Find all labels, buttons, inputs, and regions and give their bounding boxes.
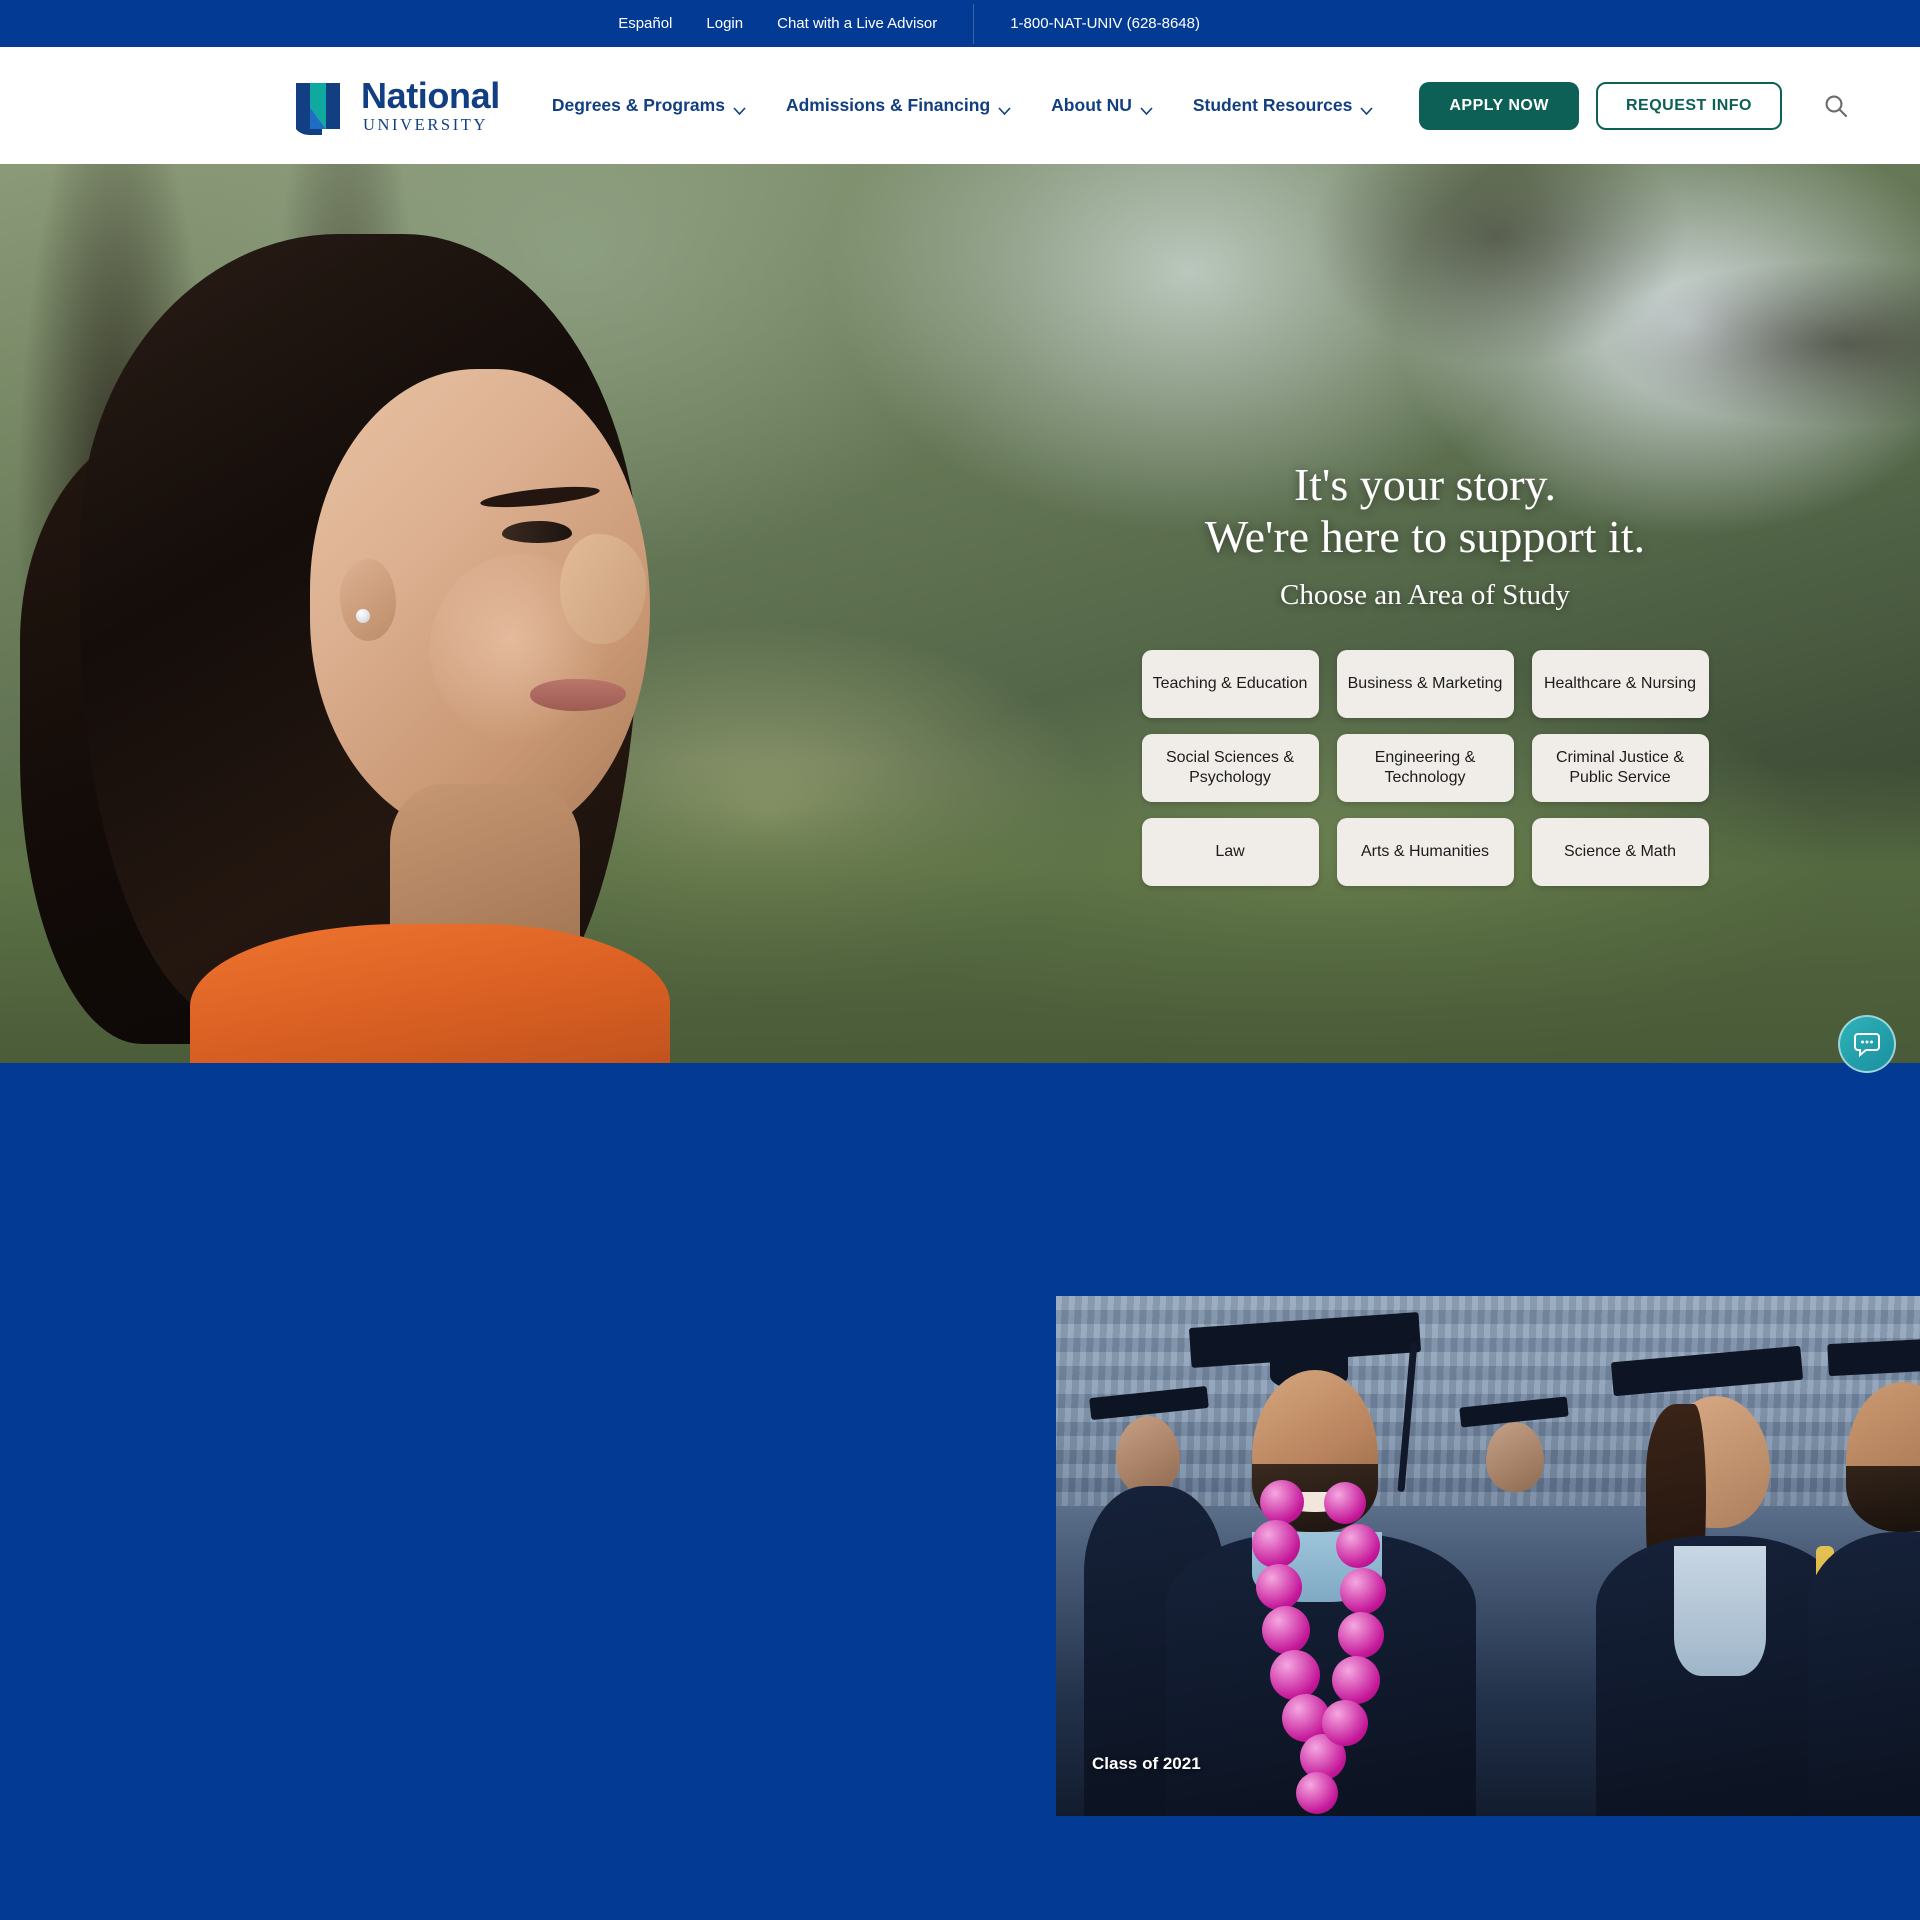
area-card-healthcare-nursing[interactable]: Healthcare & Nursing — [1531, 650, 1709, 719]
flower-lei — [1252, 1472, 1386, 1814]
area-card-label: Healthcare & Nursing — [1543, 674, 1697, 692]
hero-headline: It's your story. We're here to support i… — [1140, 459, 1710, 562]
apply-now-button[interactable]: APPLY NOW — [1419, 81, 1579, 130]
area-card-label: Criminal Justice & Public Service — [1555, 748, 1685, 787]
hero-section: It's your story. We're here to support i… — [0, 164, 1920, 1063]
area-card-teaching-education[interactable]: Teaching & Education — [1141, 650, 1319, 719]
area-card-label: Law — [1215, 842, 1245, 860]
area-card-label: Teaching & Education — [1152, 674, 1308, 692]
chevron-down-icon — [1140, 102, 1153, 115]
logo[interactable]: National UNIVERSITY — [292, 77, 500, 135]
national-university-logo-icon — [292, 77, 348, 135]
utility-divider — [973, 3, 975, 44]
area-card-label: Science & Math — [1563, 842, 1677, 860]
chevron-down-icon — [998, 102, 1011, 115]
chevron-down-icon — [733, 102, 746, 115]
nav-item-about-nu[interactable]: About NU — [1051, 95, 1153, 116]
area-card-label: Engineering & Technology — [1374, 748, 1476, 787]
nav-item-admissions-financing[interactable]: Admissions & Financing — [786, 95, 1011, 116]
area-card-criminal-justice-public-service[interactable]: Criminal Justice & Public Service — [1531, 734, 1709, 803]
hero-student-photo — [0, 164, 790, 1063]
chevron-down-icon — [1360, 102, 1373, 115]
area-card-label: Business & Marketing — [1347, 674, 1503, 692]
blue-content-section: Class of 2021 — [0, 1015, 1920, 1920]
logo-name: National — [361, 74, 500, 116]
photo-caption: Class of 2021 — [1092, 1754, 1201, 1773]
graduation-photo: Class of 2021 — [1056, 1296, 1920, 1816]
area-card-law[interactable]: Law — [1141, 818, 1319, 887]
chat-bubble-icon[interactable] — [1838, 1015, 1896, 1073]
nav-label: About NU — [1051, 95, 1132, 115]
nav-label: Admissions & Financing — [785, 95, 991, 115]
header-actions: APPLY NOW REQUEST INFO — [1419, 81, 1853, 130]
hero-content: It's your story. We're here to support i… — [1140, 459, 1710, 887]
area-card-science-math[interactable]: Science & Math — [1531, 818, 1709, 887]
logo-subtitle: UNIVERSITY — [363, 114, 488, 134]
main-nav: Degrees & Programs Admissions & Financin… — [552, 95, 1374, 116]
nav-item-student-resources[interactable]: Student Resources — [1193, 95, 1373, 116]
hero-headline-line2: We're here to support it. — [1204, 510, 1646, 562]
utility-links: Español Login Chat with a Live Advisor — [618, 15, 937, 32]
login-link[interactable]: Login — [706, 15, 743, 32]
area-card-label: Arts & Humanities — [1360, 842, 1490, 860]
utility-bar: Español Login Chat with a Live Advisor 1… — [0, 0, 1920, 47]
hero-headline-line1: It's your story. — [1293, 459, 1557, 510]
nav-item-degrees-programs[interactable]: Degrees & Programs — [552, 95, 746, 116]
area-of-study-grid: Teaching & Education Business & Marketin… — [1140, 650, 1710, 887]
area-card-engineering-technology[interactable]: Engineering & Technology — [1336, 734, 1514, 803]
area-card-business-marketing[interactable]: Business & Marketing — [1336, 650, 1514, 719]
request-info-button[interactable]: REQUEST INFO — [1595, 81, 1782, 130]
nav-label: Degrees & Programs — [551, 95, 725, 115]
area-card-arts-humanities[interactable]: Arts & Humanities — [1336, 818, 1514, 887]
nav-label: Student Resources — [1192, 95, 1353, 115]
espanol-link[interactable]: Español — [618, 15, 672, 32]
phone-number[interactable]: 1-800-NAT-UNIV (628-8648) — [1010, 15, 1200, 32]
area-card-social-sciences-psychology[interactable]: Social Sciences & Psychology — [1141, 734, 1319, 803]
main-header: National UNIVERSITY Degrees & Programs A… — [0, 47, 1920, 164]
area-card-label: Social Sciences & Psychology — [1165, 748, 1295, 787]
chat-advisor-link[interactable]: Chat with a Live Advisor — [777, 15, 937, 32]
logo-text: National UNIVERSITY — [361, 74, 500, 134]
search-icon[interactable] — [1819, 89, 1853, 123]
hero-subheading: Choose an Area of Study — [1280, 579, 1570, 612]
